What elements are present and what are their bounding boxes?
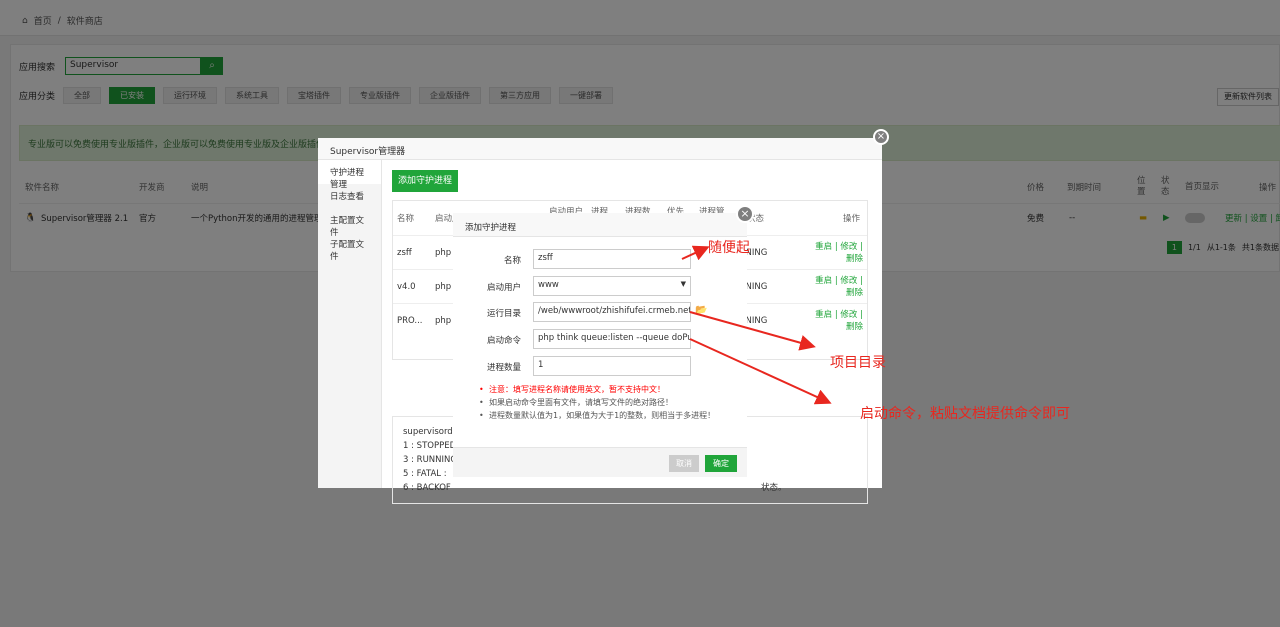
folder-open-icon[interactable]: 📂	[695, 305, 707, 316]
menu-sub-config[interactable]: 子配置文件	[318, 232, 381, 262]
add-dialog-footer: 取消 确定	[453, 447, 747, 477]
dir-input[interactable]: /web/wwwroot/zhishifufei.crmeb.net	[533, 302, 691, 322]
tips-list: 注意：填写进程名称请使用英文，暂不支持中文！ 如果启动命令里面有文件，请填写文件…	[477, 383, 735, 422]
count-row: 进程数量 1	[453, 356, 747, 376]
proc-user: php	[435, 247, 452, 258]
menu-log-view[interactable]: 日志查看	[318, 184, 381, 208]
cmd-row: 启动命令 php think queue:listen --queue doPu…	[453, 329, 747, 349]
user-select[interactable]: www ▼	[533, 276, 691, 296]
chevron-down-icon: ▼	[680, 280, 686, 288]
user-row: 启动用户 www ▼	[453, 276, 747, 296]
tip-item: 如果启动命令里面有文件，请填写文件的绝对路径！	[477, 396, 735, 409]
name-label: 名称	[503, 256, 521, 266]
manager-side-menu: 守护进程管理 日志查看 主配置文件 子配置文件	[318, 160, 382, 488]
close-icon[interactable]: ×	[873, 129, 889, 145]
cmd-input[interactable]: php think queue:listen --queue doPushMes	[533, 329, 691, 349]
user-select-value: www	[538, 280, 559, 290]
proc-user: php	[435, 281, 452, 292]
menu-main-config[interactable]: 主配置文件	[318, 208, 381, 238]
annotation-cmd-hint: 启动命令，粘贴文档提供命令即可	[860, 406, 1070, 422]
menu-daemon-manage[interactable]: 守护进程管理	[318, 160, 381, 190]
proc-actions[interactable]: 重启 | 修改 | 删除	[811, 309, 863, 333]
proc-name: v4.0	[397, 281, 416, 292]
dir-row: 运行目录 /web/wwwroot/zhishifufei.crmeb.net …	[453, 302, 747, 322]
col-proc-actions: 操作	[843, 214, 861, 224]
add-daemon-dialog: 添加守护进程 名称 zsff 启动用户 www ▼ 运行目录 /web/wwwr…	[453, 213, 747, 477]
desc-tail: 状态。	[761, 483, 787, 493]
annotation-name-hint: 随便起	[708, 240, 750, 256]
manager-dialog-title: Supervisor管理器	[318, 138, 882, 160]
close-icon[interactable]: ×	[736, 205, 754, 223]
count-label: 进程数量	[486, 363, 521, 373]
add-dialog-title: 添加守护进程	[453, 213, 747, 237]
count-input[interactable]: 1	[533, 356, 691, 376]
cmd-label: 启动命令	[486, 336, 521, 346]
cancel-button[interactable]: 取消	[669, 455, 699, 472]
proc-actions[interactable]: 重启 | 修改 | 删除	[811, 275, 863, 299]
proc-name: zsff	[397, 247, 412, 258]
name-row: 名称 zsff	[453, 249, 747, 269]
annotation-dir-hint: 项目目录	[830, 355, 886, 371]
col-proc-name: 名称	[397, 214, 415, 224]
user-label: 启动用户	[486, 283, 521, 293]
confirm-button[interactable]: 确定	[705, 455, 737, 472]
proc-user: php	[435, 315, 452, 326]
tip-item: 进程数量默认值为1，如果值为大于1的整数，则相当于多进程！	[477, 409, 735, 422]
tip-warning: 注意：填写进程名称请使用英文，暂不支持中文！	[477, 383, 735, 396]
dir-label: 运行目录	[486, 309, 521, 319]
name-input[interactable]: zsff	[533, 249, 691, 269]
proc-name: PRO...	[397, 315, 423, 326]
desc-line: 6 : BACKOF	[403, 483, 451, 493]
add-daemon-button[interactable]: 添加守护进程	[392, 170, 459, 192]
proc-actions[interactable]: 重启 | 修改 | 删除	[811, 241, 863, 265]
